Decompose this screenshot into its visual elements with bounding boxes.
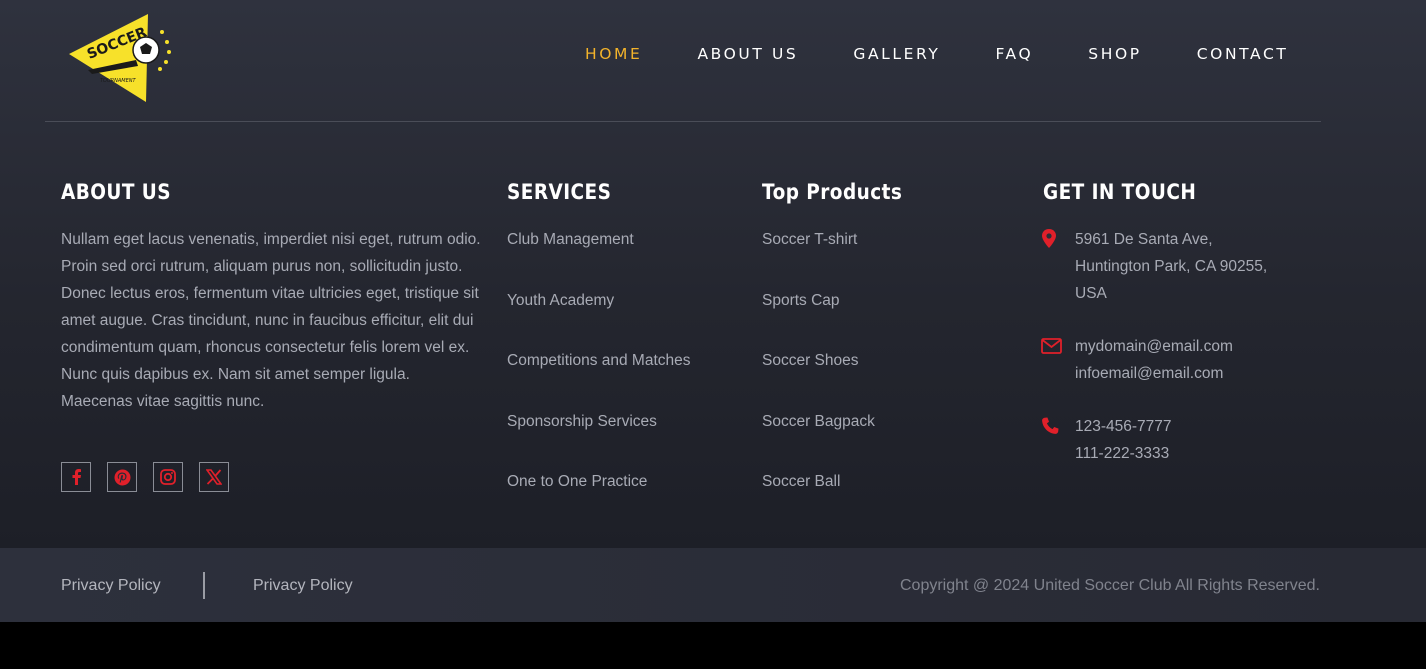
phone-icon	[1042, 417, 1059, 434]
nav-contact[interactable]: CONTACT	[1197, 43, 1289, 65]
email-secondary[interactable]: infoemail@email.com	[1075, 360, 1223, 387]
products-item-tshirt[interactable]: Soccer T-shirt	[762, 226, 875, 253]
nav-gallery[interactable]: GALLERY	[853, 43, 940, 65]
address-line-1: 5961 De Santa Ave,	[1075, 231, 1213, 248]
address-line-3: USA	[1075, 285, 1107, 302]
nav-divider	[45, 121, 1321, 122]
facebook-icon	[72, 469, 81, 485]
map-marker-icon	[1042, 229, 1056, 248]
services-item-sponsorship[interactable]: Sponsorship Services	[507, 408, 691, 435]
services-item-competitions[interactable]: Competitions and Matches	[507, 347, 691, 374]
soccer-logo-icon: SOCCER TOURNAMENT	[69, 14, 171, 102]
email-primary[interactable]: mydomain@email.com	[1075, 333, 1233, 360]
pinterest-icon	[114, 469, 130, 485]
logo-bottom-text: TOURNAMENT	[100, 78, 136, 84]
nav-shop[interactable]: SHOP	[1088, 43, 1141, 65]
products-list: Soccer T-shirt Sports Cap Soccer Shoes S…	[762, 226, 875, 529]
site-footer: SOCCER TOURNAMENT HOME ABOUT US GALLERY …	[0, 0, 1426, 548]
nav-home[interactable]: HOME	[585, 43, 642, 65]
instagram-icon	[160, 469, 176, 485]
products-item-ball[interactable]: Soccer Ball	[762, 468, 875, 495]
x-icon	[206, 469, 222, 485]
x-link[interactable]	[199, 462, 229, 492]
services-list: Club Management Youth Academy Competitio…	[507, 226, 691, 529]
phone-secondary[interactable]: 111-222-3333	[1075, 440, 1169, 467]
facebook-link[interactable]	[61, 462, 91, 492]
page-bottom-strip	[0, 622, 1426, 669]
nav-about-us[interactable]: ABOUT US	[697, 43, 798, 65]
products-item-bagpack[interactable]: Soccer Bagpack	[762, 408, 875, 435]
copyright-text: Copyright @ 2024 United Soccer Club All …	[900, 577, 1320, 594]
envelope-icon	[1041, 338, 1062, 354]
policy-separator	[203, 572, 205, 599]
services-item-club-management[interactable]: Club Management	[507, 226, 691, 253]
privacy-policy-link-2[interactable]: Privacy Policy	[253, 572, 353, 599]
main-nav: HOME ABOUT US GALLERY FAQ SHOP CONTACT	[585, 43, 1288, 65]
nav-faq[interactable]: FAQ	[995, 43, 1033, 65]
services-item-youth-academy[interactable]: Youth Academy	[507, 287, 691, 314]
contact-title: GET IN TOUCH	[1043, 180, 1197, 204]
logo[interactable]: SOCCER TOURNAMENT	[66, 12, 176, 104]
products-item-cap[interactable]: Sports Cap	[762, 287, 875, 314]
social-links	[61, 462, 229, 492]
phone-primary[interactable]: 123-456-7777	[1075, 413, 1172, 440]
pinterest-link[interactable]	[107, 462, 137, 492]
services-title: SERVICES	[507, 180, 612, 204]
products-item-shoes[interactable]: Soccer Shoes	[762, 347, 875, 374]
about-text: Nullam eget lacus venenatis, imperdiet n…	[61, 231, 481, 410]
products-title: Top Products	[762, 180, 903, 204]
privacy-policy-link-1[interactable]: Privacy Policy	[61, 572, 161, 599]
services-item-one-to-one[interactable]: One to One Practice	[507, 468, 691, 495]
address-line-2: Huntington Park, CA 90255,	[1075, 258, 1268, 275]
about-title: ABOUT US	[61, 180, 171, 204]
instagram-link[interactable]	[153, 462, 183, 492]
